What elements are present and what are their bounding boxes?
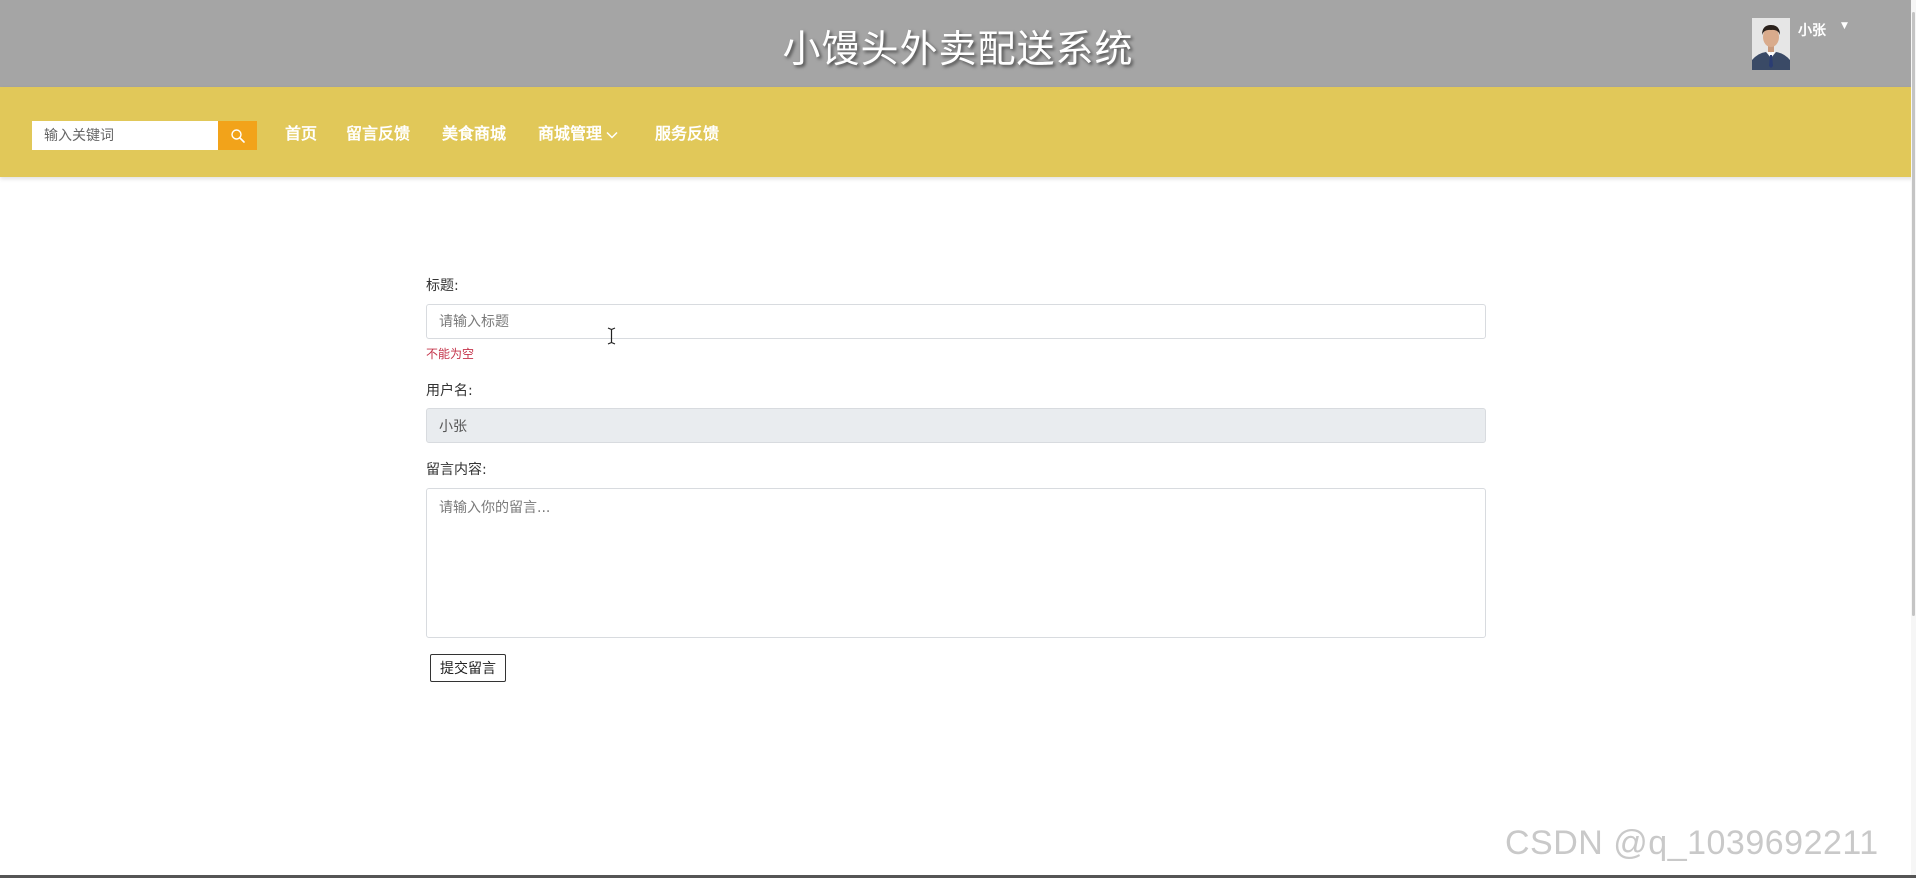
title-input[interactable] (426, 304, 1486, 339)
user-avatar-photo (1752, 18, 1790, 70)
username-label: 用户名: (426, 383, 473, 399)
text-cursor-icon (607, 327, 616, 345)
nav-item-mall-management[interactable]: 商城管理 (538, 120, 618, 144)
chevron-down-icon (606, 131, 618, 139)
username-field (426, 408, 1486, 443)
submit-message-button[interactable]: 提交留言 (430, 654, 506, 682)
main-navbar: 首页 留言反馈 美食商城 商城管理 服务反馈 (0, 87, 1916, 177)
search-icon (230, 128, 245, 143)
site-title: 小馒头外卖配送系统 (782, 27, 1134, 71)
caret-down-icon[interactable]: ▼ (1841, 21, 1848, 31)
user-avatar[interactable] (1752, 18, 1790, 70)
search-input[interactable] (32, 121, 218, 150)
nav-item-food-mall[interactable]: 美食商城 (442, 120, 506, 144)
nav-item-message-feedback[interactable]: 留言反馈 (346, 120, 410, 144)
nav-item-mall-management-label: 商城管理 (538, 124, 603, 143)
nav-item-home[interactable]: 首页 (285, 120, 317, 144)
content-label: 留言内容: (426, 462, 487, 478)
user-name[interactable]: 小张 (1798, 20, 1826, 40)
top-header: 小馒头外卖配送系统 小张 ▼ (0, 0, 1916, 87)
message-content-textarea[interactable] (426, 488, 1486, 638)
nav-item-service-feedback[interactable]: 服务反馈 (655, 120, 719, 144)
watermark: CSDN @q_1039692211 (1505, 824, 1879, 862)
search-button[interactable] (218, 121, 257, 150)
title-error-message: 不能为空 (426, 347, 475, 361)
title-label: 标题: (426, 278, 459, 294)
scrollbar-thumb[interactable] (1912, 12, 1915, 616)
